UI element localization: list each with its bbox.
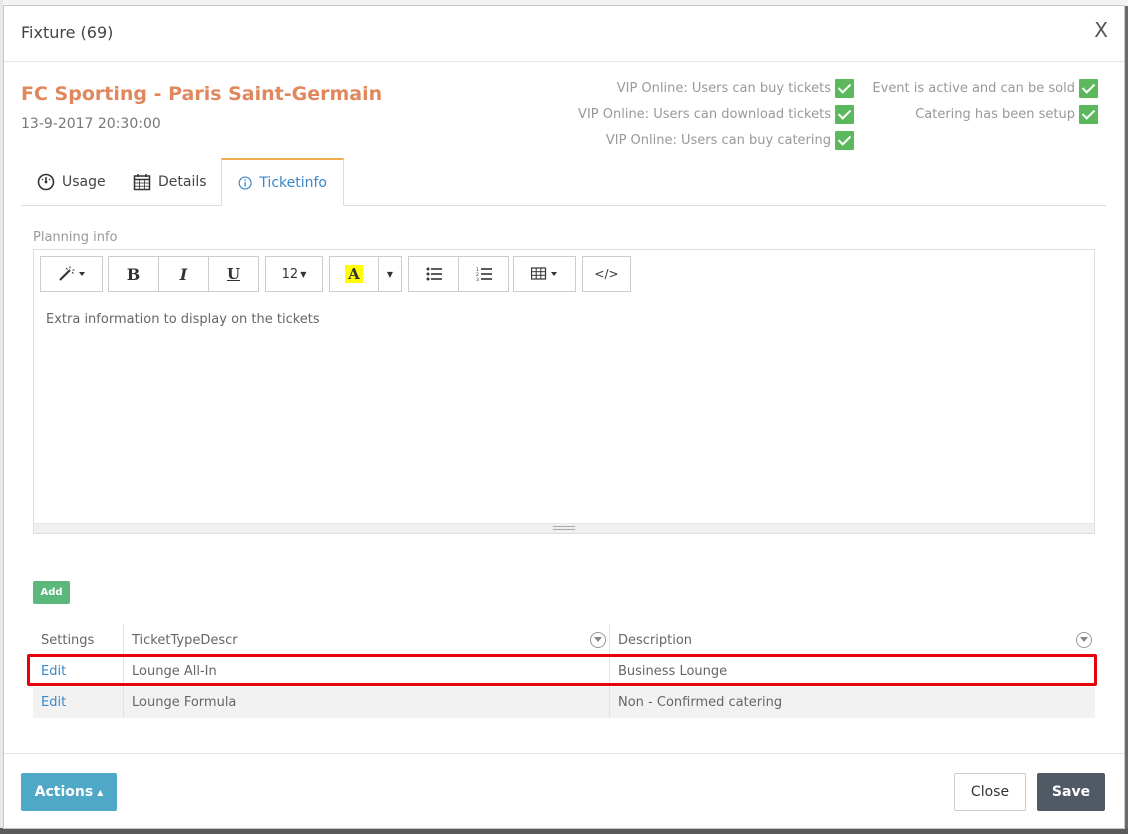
column-label: TicketTypeDescr — [132, 632, 238, 648]
filter-icon[interactable] — [1076, 632, 1092, 648]
status-label: VIP Online: Users can buy tickets — [616, 81, 831, 96]
status-label: Catering has been setup — [915, 107, 1075, 122]
grid-header: Settings TicketTypeDescr Description — [33, 624, 1095, 656]
calendar-icon — [133, 174, 151, 191]
italic-icon[interactable]: I — [158, 256, 209, 292]
bold-icon[interactable]: B — [108, 256, 159, 292]
column-header-tickettypedescr[interactable]: TicketTypeDescr — [123, 624, 609, 656]
status-vip-download-tickets: VIP Online: Users can download tickets — [578, 105, 854, 124]
svg-text:3: 3 — [476, 277, 479, 281]
checkmark-icon — [835, 105, 854, 124]
checkmark-icon — [835, 79, 854, 98]
checkmark-icon — [1079, 79, 1098, 98]
table-row: Edit Lounge Formula Non - Confirmed cate… — [33, 687, 1095, 718]
column-header-settings: Settings — [41, 632, 95, 648]
edit-link[interactable]: Edit — [41, 664, 66, 679]
unordered-list-icon[interactable] — [408, 256, 459, 292]
caret-down-icon: ▼ — [300, 269, 307, 279]
status-event-active: Event is active and can be sold — [872, 79, 1098, 98]
ticket-type-grid: Settings TicketTypeDescr Description Edi… — [33, 624, 1095, 718]
caret-up-icon: ▲ — [97, 787, 104, 797]
ordered-list-icon[interactable]: 1 2 3 — [458, 256, 509, 292]
tab-ticketinfo[interactable]: Ticketinfo — [221, 158, 344, 206]
tab-label: Usage — [62, 174, 106, 190]
dialog-header: Fixture (69) X — [4, 6, 1124, 62]
event-name: FC Sporting - Paris Saint-Germain — [21, 83, 383, 105]
text-color-icon[interactable]: A — [329, 256, 379, 292]
dialog-footer: Actions ▲ Close Save — [4, 753, 1124, 829]
code-view-icon[interactable]: </> — [582, 256, 631, 292]
status-label: VIP Online: Users can download tickets — [578, 107, 831, 122]
status-label: VIP Online: Users can buy catering — [605, 133, 831, 148]
description-cell: Non - Confirmed catering — [609, 687, 1095, 718]
underline-icon[interactable]: U — [208, 256, 259, 292]
description-cell: Business Lounge — [609, 656, 1095, 687]
table-icon[interactable] — [513, 256, 576, 292]
editor-resize-handle[interactable] — [34, 523, 1094, 533]
dialog-title: Fixture (69) — [21, 23, 114, 42]
editor-content[interactable]: Extra information to display on the tick… — [46, 312, 320, 327]
tab-details[interactable]: Details — [117, 158, 223, 206]
edit-link[interactable]: Edit — [41, 695, 66, 710]
ticket-type-cell: Lounge All-In — [123, 656, 609, 687]
tab-bar: Usage Details Ticketinfo — [21, 158, 1106, 206]
close-icon[interactable]: X — [1094, 20, 1108, 40]
actions-label: Actions — [34, 784, 94, 800]
table-row: Edit Lounge All-In Business Lounge — [33, 656, 1095, 687]
gauge-icon — [37, 173, 55, 191]
planning-info-label: Planning info — [33, 230, 118, 245]
column-label: Description — [618, 632, 693, 648]
filter-icon[interactable] — [590, 632, 606, 648]
tab-label: Details — [158, 174, 207, 190]
font-size-value: 12 — [281, 266, 299, 282]
checkmark-icon — [1079, 105, 1098, 124]
add-button[interactable]: Add — [33, 581, 70, 604]
ticket-type-cell: Lounge Formula — [123, 687, 609, 718]
save-button[interactable]: Save — [1037, 773, 1105, 811]
tab-label: Ticketinfo — [259, 174, 327, 191]
magic-wand-icon[interactable] — [40, 256, 103, 292]
checkmark-icon — [835, 131, 854, 150]
info-icon — [238, 175, 252, 190]
close-button[interactable]: Close — [954, 773, 1026, 811]
text-color-dropdown[interactable]: ▼ — [378, 256, 402, 292]
status-catering-setup: Catering has been setup — [915, 105, 1098, 124]
fixture-dialog: Fixture (69) X FC Sporting - Paris Saint… — [3, 5, 1125, 829]
tab-usage[interactable]: Usage — [21, 158, 122, 206]
event-datetime: 13-9-2017 20:30:00 — [21, 116, 161, 132]
font-size-dropdown[interactable]: 12 ▼ — [265, 256, 323, 292]
rich-text-editor: B I U 12 ▼ A ▼ 1 2 3 </> Extra informati… — [33, 249, 1095, 534]
actions-button[interactable]: Actions ▲ — [21, 773, 117, 811]
column-header-description[interactable]: Description — [609, 624, 1095, 656]
status-vip-buy-catering: VIP Online: Users can buy catering — [606, 131, 854, 150]
status-label: Event is active and can be sold — [872, 81, 1075, 96]
status-vip-buy-tickets: VIP Online: Users can buy tickets — [617, 79, 854, 98]
